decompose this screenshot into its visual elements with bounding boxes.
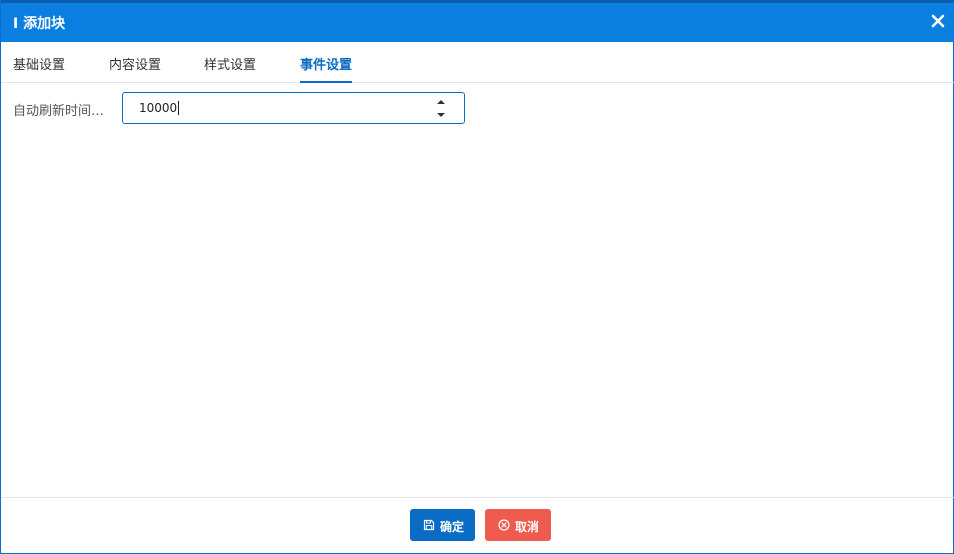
circle-x-icon (498, 519, 510, 531)
add-block-dialog: Ι 添加块 基础设置 内容设置 样式设置 事件设置 自动刷新时间… 10000 (0, 0, 954, 554)
auto-refresh-row: 自动刷新时间… 10000 (13, 92, 473, 124)
active-tab-indicator (300, 81, 353, 83)
auto-refresh-label: 自动刷新时间… (13, 104, 105, 119)
auto-refresh-value: 10000 (139, 101, 178, 115)
tab-content-settings[interactable]: 内容设置 (109, 54, 161, 83)
auto-refresh-input[interactable]: 10000 (122, 92, 465, 124)
caret-up-icon[interactable] (436, 97, 446, 107)
dialog-titlebar: Ι 添加块 (1, 0, 954, 42)
number-spinner (434, 96, 448, 122)
close-icon (931, 14, 945, 28)
cancel-button[interactable]: 取消 (485, 509, 551, 541)
tab-event-settings[interactable]: 事件设置 (300, 54, 353, 83)
settings-tabs: 基础设置 内容设置 样式设置 事件设置 (1, 42, 954, 83)
dialog-footer: 确定 取消 (1, 497, 954, 554)
tab-label: 基础设置 (13, 58, 66, 73)
tab-label: 内容设置 (109, 58, 162, 73)
tab-label: 样式设置 (204, 58, 257, 73)
caret-down-icon[interactable] (436, 110, 446, 120)
tab-label: 事件设置 (300, 58, 353, 73)
close-button[interactable] (929, 12, 947, 30)
cancel-label: 取消 (515, 520, 540, 534)
tab-basic-settings[interactable]: 基础设置 (13, 54, 65, 83)
confirm-label: 确定 (440, 520, 465, 534)
dialog-title: Ι 添加块 (13, 16, 66, 32)
text-cursor (178, 101, 179, 115)
confirm-button[interactable]: 确定 (410, 509, 475, 541)
tab-style-settings[interactable]: 样式设置 (204, 54, 256, 83)
save-icon (423, 519, 435, 531)
